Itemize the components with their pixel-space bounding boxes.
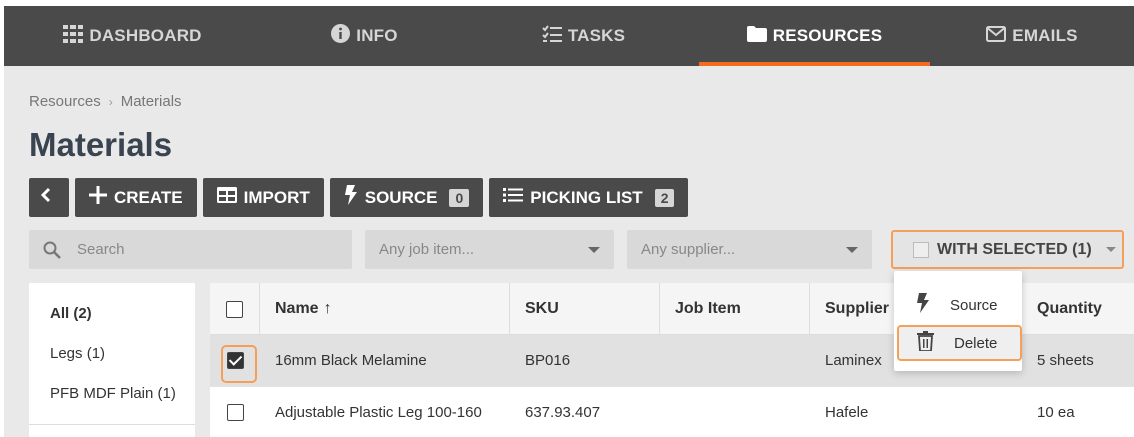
checkbox-highlight <box>221 345 257 383</box>
picking-count-badge: 2 <box>654 188 675 207</box>
import-label: IMPORT <box>243 187 310 207</box>
tab-emails[interactable]: EMAILS <box>930 6 1134 66</box>
create-label: CREATE <box>114 187 183 207</box>
breadcrumb-materials: Materials <box>120 93 182 110</box>
page-title: Materials <box>29 126 173 163</box>
column-header-name[interactable]: Name ↑ <box>260 283 510 335</box>
with-selected-label: WITH SELECTED (1) <box>937 240 1092 258</box>
tab-tasks-label: TASKS <box>567 26 626 45</box>
tab-tasks[interactable]: TASKS <box>468 6 699 66</box>
tasks-icon <box>542 24 568 48</box>
cell-quantity: 5 sheets <box>1037 352 1094 369</box>
breadcrumb: Resources › Materials <box>29 93 182 110</box>
cell-sku: 637.93.407 <box>525 404 601 421</box>
cell-name: Adjustable Plastic Leg 100-160 <box>275 404 482 421</box>
cell-name: 16mm Black Melamine <box>275 352 427 369</box>
back-button[interactable] <box>29 178 69 217</box>
supplier-select[interactable]: Any supplier... <box>627 230 872 269</box>
tab-dashboard[interactable]: DASHBOARD <box>4 6 261 66</box>
column-header-quantity[interactable]: Quantity <box>1022 283 1134 335</box>
cell-job-item <box>660 387 810 437</box>
divider <box>29 424 195 425</box>
search-input[interactable]: Search <box>77 241 125 258</box>
cell-sku: BP016 <box>525 352 571 369</box>
job-item-select[interactable]: Any job item... <box>365 230 614 269</box>
menu-item-source-label: Source <box>950 296 998 314</box>
sidebar-item-all[interactable]: All (2) <box>29 293 195 333</box>
chevron-down-icon <box>846 247 858 253</box>
tab-resources[interactable]: RESOURCES <box>699 6 930 66</box>
chevron-right-icon: › <box>108 94 113 109</box>
search-icon <box>43 241 61 259</box>
source-button[interactable]: SOURCE 0 <box>329 178 484 217</box>
bolt-icon <box>344 185 365 210</box>
import-button[interactable]: IMPORT <box>202 178 324 217</box>
chevron-down-icon <box>1105 247 1116 252</box>
create-button[interactable]: CREATE <box>75 178 197 217</box>
tab-dashboard-label: DASHBOARD <box>89 26 202 45</box>
select-all-checkbox-cell <box>210 283 260 335</box>
row-checkbox-cell <box>210 387 260 437</box>
cell-job-item <box>660 335 810 386</box>
checkbox-icon <box>913 241 929 258</box>
sidebar-item-legs[interactable]: Legs (1) <box>29 333 195 373</box>
folder-icon <box>746 25 773 47</box>
search-field[interactable]: Search <box>29 230 352 269</box>
job-item-placeholder: Any job item... <box>379 241 475 258</box>
tab-emails-label: EMAILS <box>1012 26 1078 45</box>
tab-info[interactable]: INFO <box>261 6 468 66</box>
table-row[interactable]: Adjustable Plastic Leg 100-160 637.93.40… <box>210 387 1134 437</box>
picking-list-label: PICKING LIST <box>530 187 643 207</box>
plus-icon <box>89 186 114 209</box>
menu-item-delete-label: Delete <box>954 334 998 352</box>
menu-item-source[interactable]: Source <box>894 287 1022 323</box>
chevron-down-icon <box>588 247 600 253</box>
page: DASHBOARD INFO TASKS RESOURCES EMAILS Re… <box>4 6 1134 437</box>
picking-list-button[interactable]: PICKING LIST 2 <box>489 178 689 217</box>
column-name-label: Name <box>275 300 319 317</box>
column-header-job-item[interactable]: Job Item <box>660 283 810 335</box>
grid-icon <box>63 24 89 48</box>
row-checkbox[interactable] <box>226 404 244 421</box>
info-icon <box>331 24 356 48</box>
cell-quantity: 10 ea <box>1037 404 1075 421</box>
top-nav: DASHBOARD INFO TASKS RESOURCES EMAILS <box>4 6 1134 66</box>
sidebar-item-pfb-mdf-plain[interactable]: PFB MDF Plain (1) <box>29 373 195 413</box>
tab-resources-label: RESOURCES <box>772 26 883 45</box>
source-count-badge: 0 <box>449 188 470 207</box>
envelope-icon <box>986 25 1012 47</box>
supplier-placeholder: Any supplier... <box>641 241 736 258</box>
table-icon <box>216 187 244 208</box>
with-selected-button[interactable]: WITH SELECTED (1) <box>891 230 1124 269</box>
cell-supplier: Hafele <box>825 404 869 421</box>
column-header-sku[interactable]: SKU <box>510 283 660 335</box>
bolt-icon <box>916 293 950 317</box>
breadcrumb-resources-link[interactable]: Resources <box>29 93 101 110</box>
category-sidebar: All (2) Legs (1) PFB MDF Plain (1) <box>29 283 195 437</box>
select-all-checkbox[interactable] <box>226 300 243 318</box>
with-selected-menu: Source Delete <box>894 271 1022 371</box>
trash-icon <box>917 331 954 355</box>
toolbar: CREATE IMPORT SOURCE 0 PICKING LIST 2 <box>29 178 689 217</box>
chevron-left-icon <box>40 187 58 208</box>
list-icon <box>503 187 530 208</box>
sort-arrow-up-icon: ↑ <box>323 300 332 317</box>
source-label: SOURCE <box>364 187 438 207</box>
tab-info-label: INFO <box>356 26 398 45</box>
menu-item-delete[interactable]: Delete <box>897 325 1022 361</box>
